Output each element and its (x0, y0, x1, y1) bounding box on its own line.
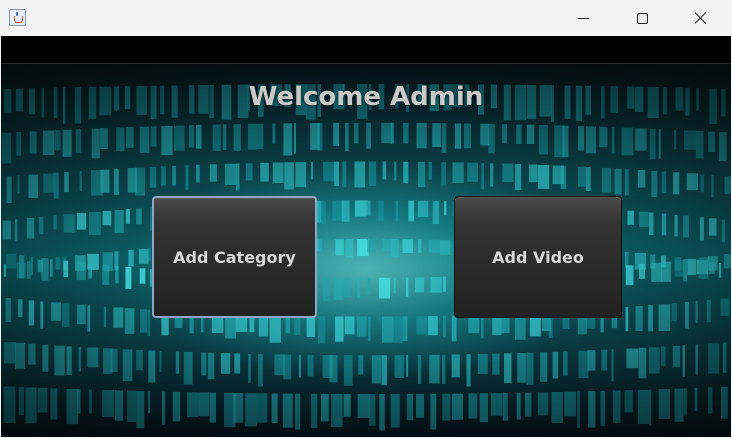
maximize-button[interactable] (619, 0, 665, 36)
java-coffee-icon (9, 9, 26, 26)
menu-bar (1, 36, 731, 64)
minimize-icon (577, 17, 589, 19)
window-title-bar[interactable] (0, 0, 732, 36)
add-category-button[interactable]: Add Category (152, 196, 317, 318)
maximize-icon (636, 12, 648, 24)
minimize-button[interactable] (560, 0, 606, 36)
welcome-heading: Welcome Admin (248, 82, 484, 112)
add-video-button[interactable]: Add Video (454, 196, 622, 318)
close-button[interactable] (678, 0, 724, 36)
close-icon (694, 11, 708, 25)
admin-dashboard-panel: Welcome Admin Add Category Add Video (1, 64, 731, 437)
